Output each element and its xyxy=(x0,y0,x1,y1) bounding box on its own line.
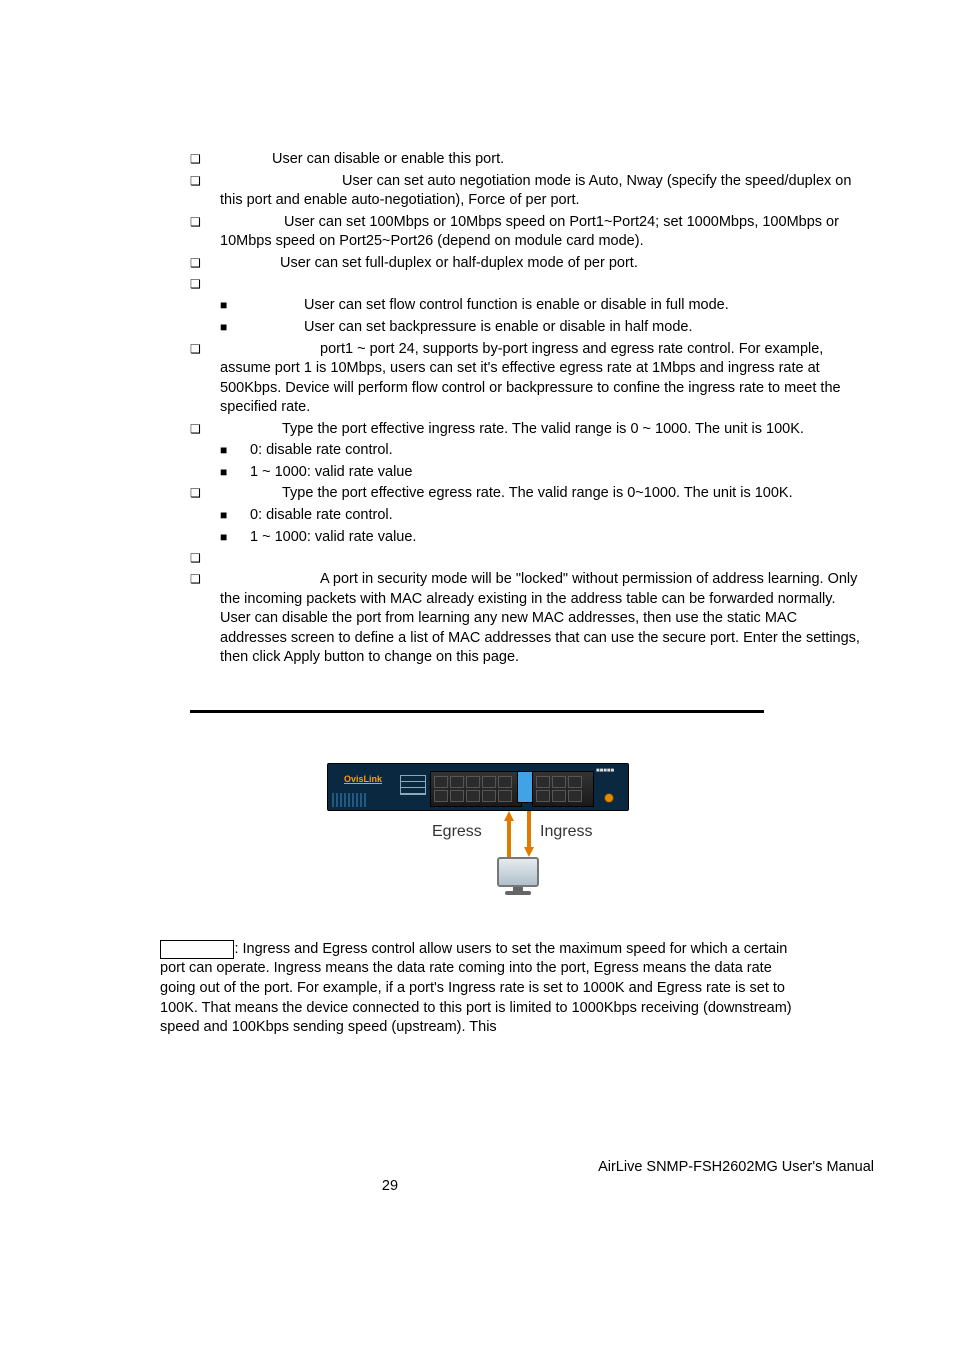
port-panel-icon xyxy=(430,771,522,807)
footer-title: AirLive SNMP-FSH2602MG User's Manual xyxy=(80,1158,874,1178)
switch-brand-area: OvisLink xyxy=(332,769,394,803)
list-item: ■ User can set backpressure is enable or… xyxy=(220,318,864,338)
bullet-square-solid-icon: ■ xyxy=(220,441,250,460)
list-text: A port in security mode will be "locked"… xyxy=(220,571,860,665)
list-item: ❑ port1 ~ port 24, supports by-port ingr… xyxy=(190,340,864,418)
led-grid-icon xyxy=(332,793,368,807)
bullet-square-outline-icon: ❑ xyxy=(190,254,220,273)
page-footer: AirLive SNMP-FSH2602MG User's Manual 29 xyxy=(0,1158,954,1197)
list-text: User can disable or enable this port. xyxy=(272,151,504,167)
note-box xyxy=(160,940,234,960)
bullet-square-solid-icon: ■ xyxy=(220,463,250,482)
list-item: ❑ User can disable or enable this port. xyxy=(190,150,864,170)
list-item: ■ 1 ~ 1000: valid rate value. xyxy=(220,528,864,548)
content-area: ❑ User can disable or enable this port. … xyxy=(190,150,864,668)
list-item: ■ 0: disable rate control. xyxy=(220,506,864,526)
bullet-square-solid-icon: ■ xyxy=(220,528,250,547)
list-item: ❑ xyxy=(190,275,864,294)
bullet-square-outline-icon: ❑ xyxy=(190,484,220,503)
list-text: 1 ~ 1000: valid rate value xyxy=(250,464,412,480)
list-item: ❑ Type the port effective ingress rate. … xyxy=(190,420,864,440)
list-text: 1 ~ 1000: valid rate value. xyxy=(250,529,416,545)
computer-icon xyxy=(497,857,539,897)
list-item: ■ 0: disable rate control. xyxy=(220,441,864,461)
list-text: 0: disable rate control. xyxy=(250,507,393,523)
list-text: 0: disable rate control. xyxy=(250,442,393,458)
bullet-square-outline-icon: ❑ xyxy=(190,275,220,294)
page-number: 29 xyxy=(340,1177,440,1197)
list-item: ■ 1 ~ 1000: valid rate value xyxy=(220,463,864,483)
bullet-square-solid-icon: ■ xyxy=(220,296,250,315)
switch-app-icon xyxy=(400,775,426,795)
port-panel-icon xyxy=(532,771,594,807)
arrow-up-icon xyxy=(504,811,514,857)
bullet-square-outline-icon: ❑ xyxy=(190,340,220,359)
arrow-down-icon xyxy=(524,811,534,857)
active-port-icon xyxy=(517,771,533,803)
bullet-square-outline-icon: ❑ xyxy=(190,420,220,439)
bullet-square-outline-icon: ❑ xyxy=(190,549,220,568)
divider xyxy=(190,710,764,713)
list-item: ❑ A port in security mode will be "locke… xyxy=(190,570,864,668)
bullet-square-outline-icon: ❑ xyxy=(190,150,220,169)
list-text: User can set backpressure is enable or d… xyxy=(304,319,692,335)
list-text: Type the port effective egress rate. The… xyxy=(282,485,793,501)
bullet-square-solid-icon: ■ xyxy=(220,318,250,337)
note-text: : Ingress and Egress control allow users… xyxy=(160,941,792,1036)
list-text: User can set 100Mbps or 10Mbps speed on … xyxy=(220,214,839,250)
list-item: ❑ Type the port effective egress rate. T… xyxy=(190,484,864,504)
list-item: ❑ User can set auto negotiation mode is … xyxy=(190,172,864,211)
ingress-label: Ingress xyxy=(540,821,592,843)
list-item: ❑ User can set 100Mbps or 10Mbps speed o… xyxy=(190,213,864,252)
bullet-square-outline-icon: ❑ xyxy=(190,213,220,232)
bullet-square-outline-icon: ❑ xyxy=(190,570,220,589)
switch-model-tag: ■■■■■ xyxy=(596,767,614,775)
list-item: ❑ User can set full-duplex or half-duple… xyxy=(190,254,864,274)
list-item: ■ User can set flow control function is … xyxy=(220,296,864,316)
list-text: Type the port effective ingress rate. Th… xyxy=(282,421,804,437)
brand-label: OvisLink xyxy=(344,774,382,784)
list-text: User can set auto negotiation mode is Au… xyxy=(220,173,851,209)
bullet-square-outline-icon: ❑ xyxy=(190,172,220,191)
list-text: User can set full-duplex or half-duplex … xyxy=(280,255,638,271)
list-text: User can set flow control function is en… xyxy=(304,297,729,313)
note-paragraph: : Ingress and Egress control allow users… xyxy=(160,940,794,1038)
figure-egress-ingress: OvisLink ■■■■■ Egress Ingress xyxy=(80,753,874,910)
bullet-square-solid-icon: ■ xyxy=(220,506,250,525)
egress-label: Egress xyxy=(432,821,482,843)
list-text: port1 ~ port 24, supports by-port ingres… xyxy=(220,341,841,416)
switch-knob-icon xyxy=(604,793,614,803)
list-item: ❑ xyxy=(190,549,864,568)
